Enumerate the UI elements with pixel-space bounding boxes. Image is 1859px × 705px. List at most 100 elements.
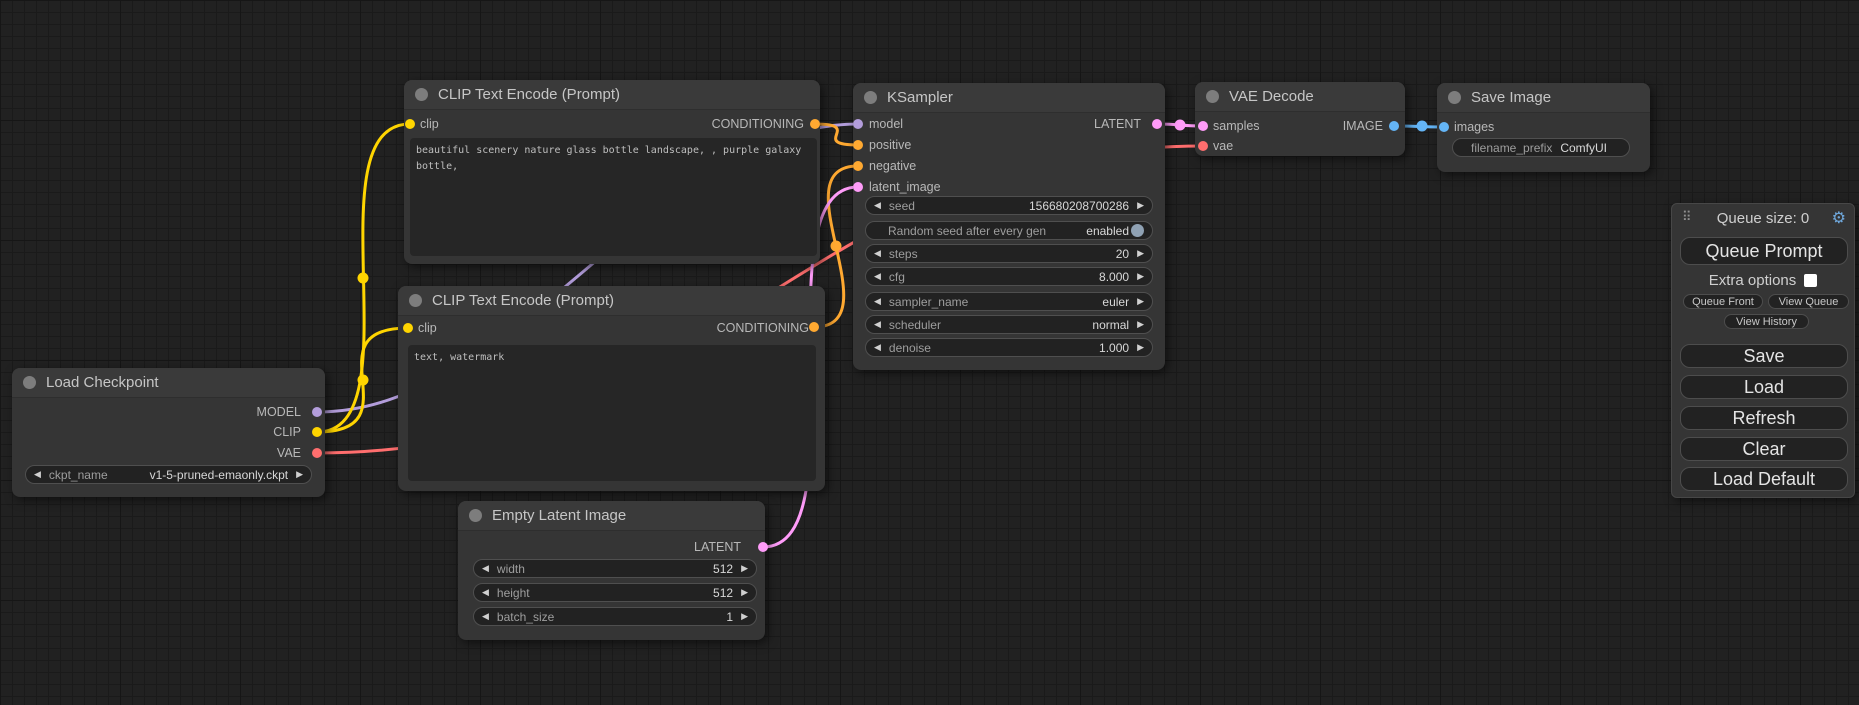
refresh-button[interactable]: Refresh [1680,406,1848,430]
increment-arrow-icon[interactable]: ▶ [1137,272,1144,281]
decrement-arrow-icon[interactable]: ◀ [874,272,881,281]
increment-arrow-icon[interactable]: ▶ [1137,297,1144,306]
decrement-arrow-icon[interactable]: ◀ [482,564,489,573]
prompt-textarea[interactable]: beautiful scenery nature glass bottle la… [410,138,817,256]
link-dot-conditioning [831,241,842,252]
settings-gear-icon[interactable]: ⚙ [1832,208,1846,228]
node-empty-latent-titlebar[interactable]: Empty Latent Image [458,501,765,531]
queue-panel[interactable]: ⠿ Queue size: 0 ⚙ Queue Prompt Extra opt… [1671,203,1855,498]
output-dot-image[interactable] [1389,121,1399,131]
width-widget[interactable]: ◀ width 512 ▶ [473,559,757,578]
extra-options-checkbox[interactable] [1804,274,1817,287]
decrement-arrow-icon[interactable]: ◀ [874,201,881,210]
input-dot-latent-image[interactable] [853,182,863,192]
input-label-negative: negative [869,158,916,174]
save-button[interactable]: Save [1680,344,1848,368]
input-dot-negative[interactable] [853,161,863,171]
decrement-arrow-icon[interactable]: ◀ [874,249,881,258]
input-label-images: images [1454,119,1494,135]
increment-arrow-icon[interactable]: ▶ [1137,320,1144,329]
increment-arrow-icon[interactable]: ▶ [1137,201,1144,210]
view-history-button[interactable]: View History [1724,314,1809,329]
collapse-dot-icon[interactable] [1206,90,1219,103]
ckpt-name-widget[interactable]: ◀ ckpt_name v1-5-pruned-emaonly.ckpt ▶ [25,465,312,484]
clear-button[interactable]: Clear [1680,437,1848,461]
node-load-checkpoint-titlebar[interactable]: Load Checkpoint [12,368,325,398]
node-title: KSampler [887,89,953,106]
collapse-dot-icon[interactable] [409,294,422,307]
decrement-arrow-icon[interactable]: ◀ [874,297,881,306]
increment-arrow-icon[interactable]: ▶ [741,612,748,621]
node-clip-positive-titlebar[interactable]: CLIP Text Encode (Prompt) [404,80,820,110]
queue-prompt-button[interactable]: Queue Prompt [1680,237,1848,265]
node-vae-decode-titlebar[interactable]: VAE Decode [1195,82,1405,112]
input-dot-images[interactable] [1439,122,1449,132]
sampler-name-widget[interactable]: ◀ sampler_name euler ▶ [865,292,1153,311]
node-ksampler[interactable]: KSampler model positive negative latent_… [853,83,1165,370]
cfg-widget[interactable]: ◀ cfg 8.000 ▶ [865,267,1153,286]
node-save-image[interactable]: Save Image images filename_prefix ComfyU… [1437,83,1650,172]
node-ksampler-titlebar[interactable]: KSampler [853,83,1165,113]
link-dot-clip1 [358,273,369,284]
decrement-arrow-icon[interactable]: ◀ [34,470,41,479]
height-widget[interactable]: ◀ height 512 ▶ [473,583,757,602]
queue-front-button[interactable]: Queue Front [1683,294,1763,309]
collapse-dot-icon[interactable] [1448,91,1461,104]
input-dot-vae[interactable] [1198,141,1208,151]
output-dot-conditioning[interactable] [810,119,820,129]
filename-prefix-widget[interactable]: filename_prefix ComfyUI [1452,138,1630,157]
view-queue-button[interactable]: View Queue [1768,294,1849,309]
input-dot-model[interactable] [853,119,863,129]
input-dot-clip[interactable] [405,119,415,129]
node-save-image-titlebar[interactable]: Save Image [1437,83,1650,113]
toggle-circle-icon[interactable] [1131,224,1144,237]
output-dot-latent[interactable] [1152,119,1162,129]
load-default-button[interactable]: Load Default [1680,467,1848,491]
collapse-dot-icon[interactable] [415,88,428,101]
decrement-arrow-icon[interactable]: ◀ [874,343,881,352]
input-label-positive: positive [869,137,911,153]
batch-size-widget[interactable]: ◀ batch_size 1 ▶ [473,607,757,626]
extra-options-row: Extra options [1672,272,1854,289]
collapse-dot-icon[interactable] [23,376,36,389]
widget-value: 156680208700286 [1029,199,1129,213]
output-dot-clip[interactable] [312,427,322,437]
output-dot-vae[interactable] [312,448,322,458]
node-vae-decode[interactable]: VAE Decode samples vae IMAGE [1195,82,1405,156]
denoise-widget[interactable]: ◀ denoise 1.000 ▶ [865,338,1153,357]
collapse-dot-icon[interactable] [864,91,877,104]
input-dot-positive[interactable] [853,140,863,150]
collapse-dot-icon[interactable] [469,509,482,522]
load-button[interactable]: Load [1680,375,1848,399]
steps-widget[interactable]: ◀ steps 20 ▶ [865,244,1153,263]
random-seed-toggle-widget[interactable]: Random seed after every gen enabled [865,221,1153,240]
node-clip-text-encode-negative[interactable]: CLIP Text Encode (Prompt) clip CONDITION… [398,286,825,491]
input-dot-samples[interactable] [1198,121,1208,131]
node-empty-latent-image[interactable]: Empty Latent Image LATENT ◀ width 512 ▶ … [458,501,765,640]
output-dot-latent[interactable] [758,542,768,552]
widget-value: euler [1102,295,1129,309]
node-clip-text-encode-positive[interactable]: CLIP Text Encode (Prompt) clip CONDITION… [404,80,820,264]
seed-widget[interactable]: ◀ seed 156680208700286 ▶ [865,196,1153,215]
decrement-arrow-icon[interactable]: ◀ [874,320,881,329]
increment-arrow-icon[interactable]: ▶ [1137,249,1144,258]
node-graph-canvas[interactable]: Load Checkpoint MODEL CLIP VAE ◀ ckpt_na… [0,0,1859,705]
increment-arrow-icon[interactable]: ▶ [741,588,748,597]
increment-arrow-icon[interactable]: ▶ [741,564,748,573]
widget-value: enabled [1086,224,1129,238]
increment-arrow-icon[interactable]: ▶ [296,470,303,479]
decrement-arrow-icon[interactable]: ◀ [482,612,489,621]
node-title: Load Checkpoint [46,374,159,391]
increment-arrow-icon[interactable]: ▶ [1137,343,1144,352]
drag-handle-icon[interactable]: ⠿ [1682,209,1692,225]
output-dot-conditioning[interactable] [809,322,819,332]
decrement-arrow-icon[interactable]: ◀ [482,588,489,597]
scheduler-widget[interactable]: ◀ scheduler normal ▶ [865,315,1153,334]
input-dot-clip[interactable] [403,323,413,333]
node-title: Empty Latent Image [492,507,626,524]
widget-label: seed [889,199,915,213]
node-load-checkpoint[interactable]: Load Checkpoint MODEL CLIP VAE ◀ ckpt_na… [12,368,325,497]
prompt-textarea[interactable]: text, watermark [408,345,816,481]
output-dot-model[interactable] [312,407,322,417]
node-clip-negative-titlebar[interactable]: CLIP Text Encode (Prompt) [398,286,825,316]
